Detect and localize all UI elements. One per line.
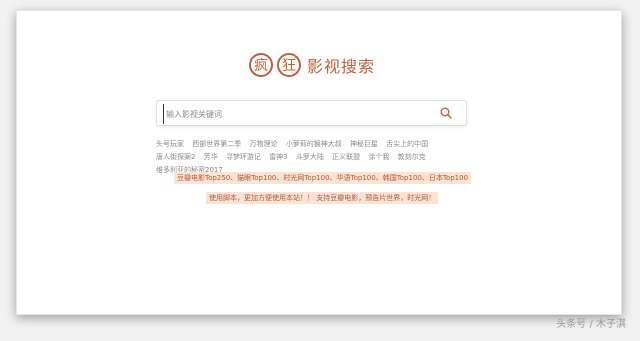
watermark: 头条号 / 木子淇 [556, 319, 626, 330]
hot-tag[interactable]: 芳华 [204, 153, 218, 161]
search-button[interactable] [438, 105, 454, 121]
ranking-sources-badge[interactable]: 豆瓣电影Top250、猫眼Top100、时光网Top100、华语Top100、韩… [174, 172, 472, 184]
logo-seal-1: 疯 [249, 53, 273, 77]
search-icon [440, 107, 452, 119]
search-input[interactable] [163, 104, 428, 124]
hot-tag[interactable]: 敦刻尔克 [398, 153, 426, 161]
logo-seal-2: 狂 [277, 53, 301, 77]
search-box [156, 100, 467, 126]
hot-tag[interactable]: 斗罗大陆 [296, 153, 324, 161]
browser-window: 疯 狂 影视搜索 头号玩家 西部世界第二季 万物理论 小萝莉的猴神大叔 神秘巨星… [16, 10, 622, 315]
hot-tag[interactable]: 头号玩家 [156, 140, 184, 148]
hot-tag[interactable]: 涂个我 [368, 153, 389, 161]
script-notice-badge[interactable]: 使用脚本，更加方便使用本站！！ 支持豆瓣电影，预告片世界，时光网！ [206, 192, 439, 204]
hot-tag[interactable]: 唐人街探案2 [156, 153, 195, 161]
hot-tag[interactable]: 神秘巨星 [350, 140, 378, 148]
hot-tag[interactable]: 舌尖上的中国 [386, 140, 428, 148]
hot-tag[interactable]: 正义联盟 [332, 153, 360, 161]
hot-tag[interactable]: 小萝莉的猴神大叔 [286, 140, 342, 148]
hot-tag[interactable]: 雷神3 [269, 153, 287, 161]
logo-text: 影视搜索 [307, 57, 376, 76]
hot-tag[interactable]: 万物理论 [249, 140, 277, 148]
site-logo[interactable]: 疯 狂 影视搜索 [249, 47, 375, 83]
hot-tag[interactable]: 寻梦环游记 [226, 153, 261, 161]
hot-tag[interactable]: 西部世界第二季 [192, 140, 241, 148]
